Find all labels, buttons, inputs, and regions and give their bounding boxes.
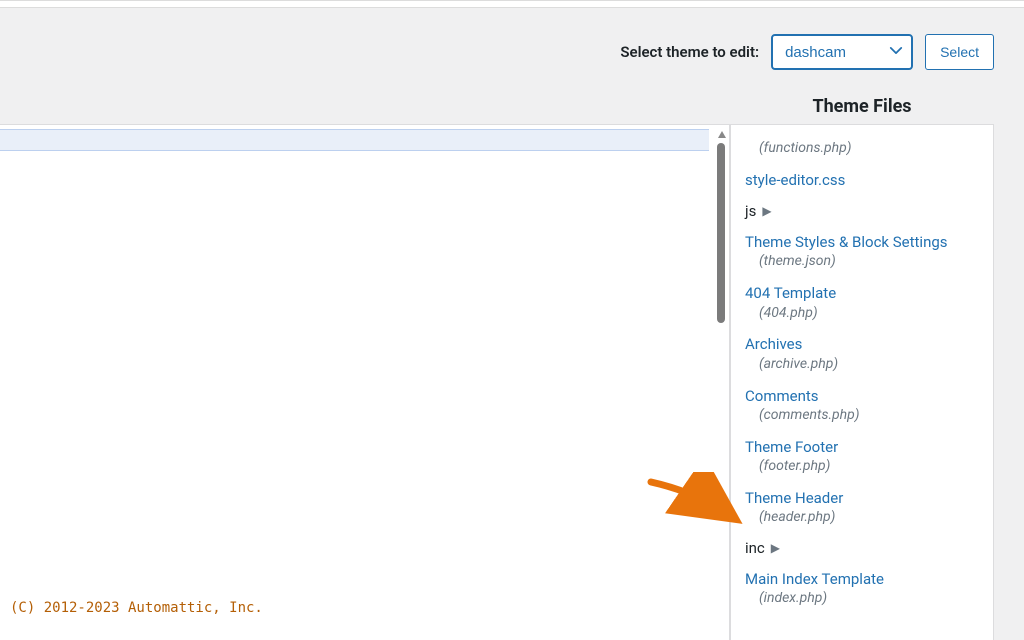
folder-js[interactable]: js ▶ <box>745 196 975 226</box>
file-index[interactable]: Main Index Template (index.php) <box>745 563 975 614</box>
theme-select-toolbar: Select theme to edit: dashcam Select <box>620 34 994 70</box>
file-secondary-label: (404.php) <box>745 304 975 323</box>
theme-files-panel: (functions.php) style-editor.css js ▶ Th… <box>730 124 994 640</box>
caret-right-icon: ▶ <box>771 541 780 555</box>
file-primary-label: Theme Header <box>745 488 975 508</box>
file-functions[interactable]: (functions.php) <box>745 133 975 164</box>
theme-files-list[interactable]: (functions.php) style-editor.css js ▶ Th… <box>731 125 983 640</box>
select-button[interactable]: Select <box>925 34 994 70</box>
theme-select-wrap: dashcam <box>771 34 913 70</box>
file-primary-label: Main Index Template <box>745 569 975 589</box>
folder-label: js <box>745 202 756 220</box>
file-secondary-label: (theme.json) <box>745 252 975 271</box>
file-primary-label: Theme Footer <box>745 437 975 457</box>
top-stripe <box>0 0 1024 8</box>
editor-code-line: (C) 2012-2023 Automattic, Inc. <box>10 600 263 616</box>
theme-files-title: Theme Files <box>730 96 994 117</box>
file-theme-json[interactable]: Theme Styles & Block Settings (theme.jso… <box>745 226 975 277</box>
caret-right-icon: ▶ <box>762 204 771 218</box>
file-comments[interactable]: Comments (comments.php) <box>745 380 975 431</box>
file-primary-label: style-editor.css <box>745 170 975 190</box>
select-theme-label: Select theme to edit: <box>620 43 759 61</box>
file-primary-label: Archives <box>745 334 975 354</box>
theme-select-dropdown[interactable]: dashcam <box>771 34 913 70</box>
file-secondary-label: (archive.php) <box>745 355 975 374</box>
file-secondary-label: (index.php) <box>745 589 975 608</box>
folder-label: inc <box>745 539 765 557</box>
file-secondary-label: (functions.php) <box>745 139 975 158</box>
editor-scrollbar[interactable] <box>715 131 727 612</box>
theme-editor-page: Select theme to edit: dashcam Select The… <box>0 0 1024 640</box>
editor-active-line-highlight <box>0 129 709 151</box>
file-secondary-label: (footer.php) <box>745 457 975 476</box>
folder-inc[interactable]: inc ▶ <box>745 533 975 563</box>
code-editor-area[interactable]: (C) 2012-2023 Automattic, Inc. <box>0 124 730 640</box>
file-header[interactable]: Theme Header (header.php) <box>745 482 975 533</box>
file-primary-label: 404 Template <box>745 283 975 303</box>
file-404[interactable]: 404 Template (404.php) <box>745 277 975 328</box>
file-secondary-label: (header.php) <box>745 508 975 527</box>
file-archive[interactable]: Archives (archive.php) <box>745 328 975 379</box>
file-primary-label: Theme Styles & Block Settings <box>745 232 975 252</box>
file-footer[interactable]: Theme Footer (footer.php) <box>745 431 975 482</box>
file-secondary-label: (comments.php) <box>745 406 975 425</box>
file-style-editor[interactable]: style-editor.css <box>745 164 975 196</box>
file-primary-label: Comments <box>745 386 975 406</box>
editor-scrollbar-thumb[interactable] <box>717 143 725 323</box>
